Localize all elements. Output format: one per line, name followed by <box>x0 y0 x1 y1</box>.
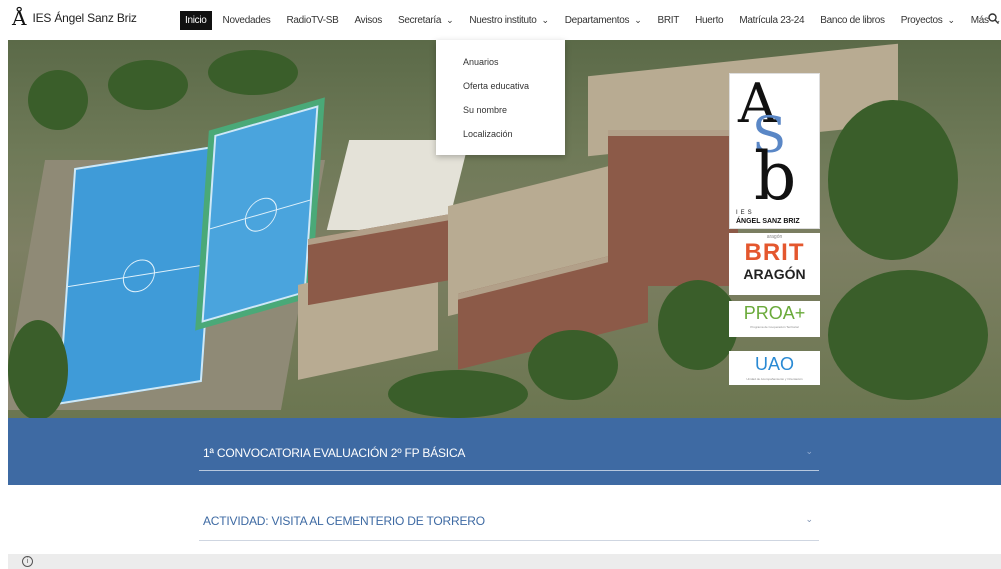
chevron-down-icon: ⌄ <box>947 14 956 25</box>
site-logo[interactable]: Å IES Ángel Sanz Briz <box>12 6 137 30</box>
chevron-down-icon: ⌄ <box>805 514 813 524</box>
sports-court <box>57 145 219 405</box>
proa-subtitle: Programa de Cooperación Territorial <box>750 325 799 329</box>
accordion-item[interactable]: ACTIVIDAD: VISITA AL CEMENTERIO DE TORRE… <box>199 500 819 541</box>
tree <box>28 70 88 130</box>
tree <box>528 330 618 400</box>
tree <box>208 50 298 95</box>
nav-item-secretaria[interactable]: Secretaría ⌄ <box>390 15 461 26</box>
dropdown-item-anuarios[interactable]: Anuarios <box>463 57 499 67</box>
nav-item-huerto[interactable]: Huerto <box>687 15 731 26</box>
accordion-title: 1ª CONVOCATORIA EVALUACIÓN 2º FP BÁSICA <box>203 446 466 460</box>
nuestro-instituto-dropdown: Anuarios Oferta educativa Su nombre Loca… <box>436 40 565 155</box>
chevron-down-icon: ⌄ <box>634 14 642 25</box>
proa-word: PROA+ <box>743 303 806 323</box>
dropdown-item-oferta-educativa[interactable]: Oferta educativa <box>463 81 529 91</box>
nav-item-inicio[interactable]: Inicio <box>180 10 212 30</box>
info-bar: i <box>8 554 1001 569</box>
nav-item-banco-libros[interactable]: Banco de libros <box>812 15 892 26</box>
nav-item-departamentos[interactable]: Departamentos ⌄ <box>557 15 650 26</box>
uao-subtitle: Unidad de Acompañamiento y Orientación <box>746 377 803 381</box>
accordion-title: ACTIVIDAD: VISITA AL CEMENTERIO DE TORRE… <box>203 514 485 528</box>
nav-item-avisos[interactable]: Avisos <box>346 15 389 26</box>
asb-ies: IES <box>736 210 755 216</box>
chevron-down-icon: ⌄ <box>446 14 454 25</box>
uao-logo[interactable]: UAO Unidad de Acompañamiento y Orientaci… <box>729 351 820 385</box>
nav-item-novedades[interactable]: Novedades <box>215 15 279 26</box>
brit-region: ARAGÓN <box>743 266 806 282</box>
uao-word: UAO <box>754 354 794 374</box>
tree <box>8 320 68 418</box>
asb-name: ÁNGEL SANZ BRIZ <box>736 218 800 225</box>
tree <box>108 60 188 110</box>
top-navigation: Å IES Ángel Sanz Briz Inicio Novedades R… <box>0 0 1001 40</box>
asb-letter-b: b <box>754 138 797 215</box>
proa-logo[interactable]: PROA+ Programa de Cooperación Territoria… <box>729 301 820 337</box>
nav-item-proyectos[interactable]: Proyectos ⌄ <box>893 15 963 26</box>
tree <box>658 280 738 370</box>
nav-item-matricula[interactable]: Matrícula 23-24 <box>731 15 812 26</box>
tree <box>828 100 958 260</box>
dropdown-item-su-nombre[interactable]: Su nombre <box>463 105 507 115</box>
chevron-down-icon: ⌄ <box>541 14 550 25</box>
logo-column: A S b IES ÁNGEL SANZ BRIZ aragón BRIT AR… <box>729 72 820 385</box>
nav-item-radiotv[interactable]: RadioTV-SB <box>278 15 346 26</box>
info-icon[interactable]: i <box>22 556 33 567</box>
nav-item-nuestro-instituto[interactable]: Nuestro instituto ⌄ <box>461 15 556 26</box>
logo-icon: Å <box>12 6 27 30</box>
dropdown-item-localizacion[interactable]: Localización <box>463 129 513 139</box>
chevron-down-icon: ⌄ <box>805 446 813 456</box>
brit-word: BRIT <box>744 239 805 266</box>
asb-logo[interactable]: A S b IES ÁNGEL SANZ BRIZ <box>729 72 820 229</box>
accordion-item[interactable]: 1ª CONVOCATORIA EVALUACIÓN 2º FP BÁSICA … <box>199 430 819 471</box>
school-building <box>608 130 738 286</box>
search-icon[interactable] <box>988 13 999 27</box>
nav-item-brit[interactable]: BRIT <box>650 15 688 26</box>
tree <box>828 270 988 400</box>
tree <box>388 370 528 418</box>
main-menu: Inicio Novedades RadioTV-SB Avisos Secre… <box>180 0 1001 40</box>
site-name[interactable]: IES Ángel Sanz Briz <box>32 11 136 25</box>
brit-aragon-logo[interactable]: aragón BRIT ARAGÓN <box>729 233 820 295</box>
